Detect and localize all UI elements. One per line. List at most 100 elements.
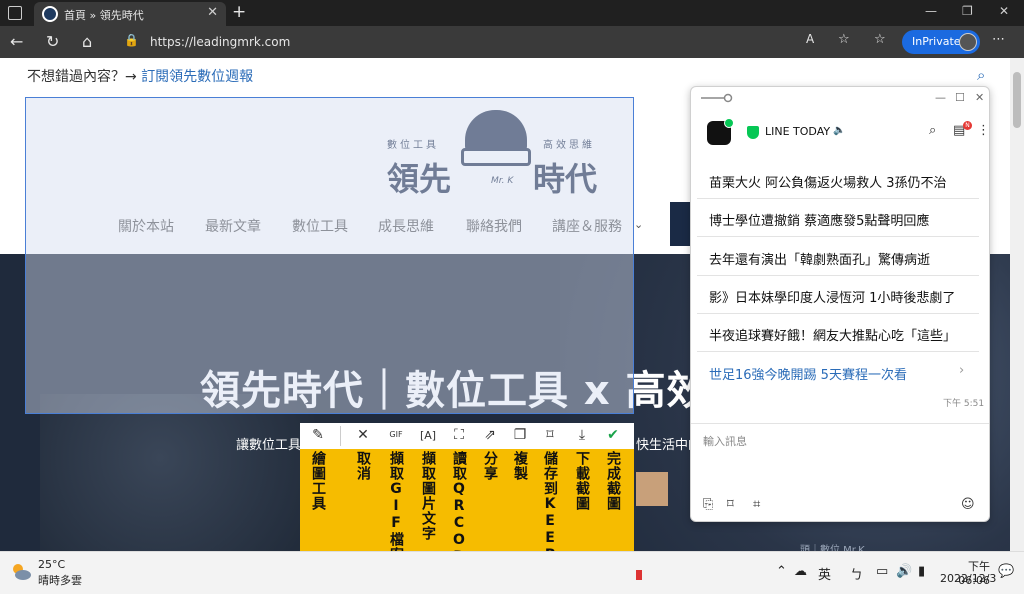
tab-title: 首頁 » 領先時代 <box>64 9 144 22</box>
news-more-title: 世足16強今晚開踢 5天賽程一次看 <box>709 368 907 383</box>
search-icon[interactable]: ⌕ <box>977 66 985 84</box>
slider-handle-icon[interactable] <box>701 93 733 103</box>
hero-image <box>40 394 340 551</box>
save-keep-label: 儲存到KEEP <box>542 451 558 564</box>
download-icon: ⤓ <box>578 427 586 443</box>
news-item[interactable]: 半夜追球賽好餓！網友大推點心吃「這些」 <box>697 314 979 352</box>
panel-search-icon[interactable]: ⌕ <box>929 123 936 138</box>
news-item[interactable]: 影》日本妹學印度人浸恆河 1小時後悲劇了 <box>697 276 979 314</box>
scrollbar-thumb[interactable] <box>1013 72 1021 128</box>
tab-close-icon[interactable]: ✕ <box>207 5 218 20</box>
news-title: 博士學位遭撤銷 蔡適應發5點聲明回應 <box>709 214 930 229</box>
news-more-link[interactable]: 世足16強今晚開踢 5天賽程一次看 › <box>697 353 979 391</box>
tray-chevron-up-icon[interactable]: ⌃ <box>776 564 787 579</box>
home-icon[interactable]: ⌂ <box>82 32 92 51</box>
hero-watermark: 頭｜數位 Mr.K <box>800 545 865 551</box>
attach-icon[interactable]: ⎘ <box>703 497 713 512</box>
panel-title: LINE TODAY <box>765 125 831 138</box>
ocr-text-icon: [A] <box>419 429 437 442</box>
weather-temperature: 25°C <box>38 558 66 571</box>
weather-description: 晴時多雲 <box>38 574 82 587</box>
bookmark-icon: ⌑ <box>546 427 554 443</box>
capture-gif-label: 擷取GIF檔案 <box>388 451 404 562</box>
chevron-right-icon: › <box>959 363 965 378</box>
screenshot-crop-icon[interactable]: ⌗ <box>753 497 760 512</box>
add-favorite-icon[interactable]: ☆ <box>838 32 850 47</box>
tab-actions-icon[interactable] <box>8 6 22 20</box>
close-icon: ✕ <box>357 427 369 443</box>
inprivate-label: InPrivate <box>912 35 961 48</box>
ime-toggle-icon[interactable]: ㄅ <box>850 564 863 583</box>
subscribe-banner: 不想錯過內容？→ 訂閱領先數位週報 <box>27 66 253 86</box>
volume-icon[interactable]: 🔊 <box>896 564 912 579</box>
emoji-icon[interactable]: ☺ <box>961 497 975 512</box>
url-field[interactable]: 🔒 https://leadingmrk.com <box>112 30 892 54</box>
read-aloud-icon[interactable]: A <box>806 32 814 46</box>
browser-tab-bar: 首頁 » 領先時代 ✕ + — ❐ ✕ <box>0 0 1024 26</box>
hero-subtitle-left: 讓數位工具 <box>236 438 302 453</box>
notification-badge: N <box>963 121 972 130</box>
divider <box>691 423 989 424</box>
copy-label: 複製 <box>512 451 528 481</box>
ocr-label: 擷取圖片文字 <box>420 451 436 541</box>
keep-bookmark-icon[interactable]: ⌑ <box>727 497 734 512</box>
ime-mode[interactable]: 英 <box>818 564 831 583</box>
address-bar-row: ← ↻ ⌂ 🔒 https://leadingmrk.com A ☆ ☆ InP… <box>0 26 1024 58</box>
draw-tool-label: 繪圖工具 <box>310 451 326 511</box>
cancel-label: 取消 <box>355 451 371 481</box>
battery-icon[interactable]: ▮ <box>918 564 925 579</box>
chevron-down-icon[interactable]: ⌄ <box>634 218 643 231</box>
news-title: 苗栗大火 阿公負傷返火場救人 3孫仍不治 <box>709 176 947 191</box>
subscribe-link[interactable]: 訂閱領先數位週報 <box>141 69 253 85</box>
windows-taskbar: 25°C 晴時多雲 ⌃ ☁ 英 ㄅ ▭ 🔊 ▮ 下午 06:06 2022/12… <box>0 551 1024 594</box>
news-title: 半夜追球賽好餓！網友大推點心吃「這些」 <box>709 329 957 344</box>
site-favicon-icon <box>42 6 58 22</box>
network-icon[interactable]: ▭ <box>876 564 888 579</box>
gif-icon: GIF <box>389 430 403 439</box>
clock-date[interactable]: 2022/12/3 <box>940 572 996 585</box>
line-logo-icon <box>707 118 734 145</box>
browser-tab[interactable]: 首頁 » 領先時代 ✕ <box>34 2 226 26</box>
brush-icon: ✎ <box>312 427 324 443</box>
online-dot <box>724 118 734 128</box>
news-title: 去年還有演出「韓劇熟面孔」驚傳病逝 <box>709 253 931 268</box>
hero-cta-button[interactable] <box>636 472 668 506</box>
share-label: 分享 <box>482 451 498 481</box>
page-scrollbar[interactable] <box>1010 58 1024 551</box>
inprivate-button[interactable]: InPrivate <box>902 30 980 54</box>
share-icon: ⇗ <box>484 427 496 443</box>
line-today-panel: — ☐ ✕ LINE TODAY 🔈 ⌕ ▤ N ⋮ 苗栗大火 阿公負傷返火場救… <box>690 86 990 522</box>
news-item[interactable]: 苗栗大火 阿公負傷返火場救人 3孫仍不治 <box>697 161 979 199</box>
verified-shield-icon <box>747 126 759 139</box>
back-icon[interactable]: ← <box>10 32 23 51</box>
close-window-button[interactable]: ✕ <box>999 4 1009 18</box>
refresh-icon[interactable]: ↻ <box>46 32 59 51</box>
check-icon: ✔ <box>607 427 619 443</box>
panel-minimize-button[interactable]: — <box>935 91 946 104</box>
done-label: 完成截圖 <box>605 451 621 511</box>
copy-icon: ❐ <box>513 427 527 443</box>
taskbar-app-indicator[interactable] <box>636 570 642 580</box>
lock-icon: 🔒 <box>124 33 139 47</box>
qrcode-scan-icon: ⛶ <box>454 427 464 443</box>
news-item[interactable]: 去年還有演出「韓劇熟面孔」驚傳病逝 <box>697 238 979 276</box>
panel-maximize-button[interactable]: ☐ <box>955 91 965 104</box>
more-menu-icon[interactable]: ⋯ <box>992 32 1005 47</box>
onedrive-sync-icon[interactable]: ☁ <box>794 564 807 579</box>
mute-icon[interactable]: 🔈 <box>833 125 845 136</box>
panel-close-button[interactable]: ✕ <box>975 91 984 104</box>
panel-more-icon[interactable]: ⋮ <box>977 123 990 138</box>
weather-partly-cloudy-icon[interactable] <box>10 561 32 583</box>
notification-center-icon[interactable]: 💬 <box>998 564 1014 579</box>
maximize-button[interactable]: ❐ <box>962 4 973 18</box>
message-input[interactable]: 輸入訊息 <box>703 433 747 449</box>
avatar <box>959 33 977 51</box>
news-title: 影》日本妹學印度人浸恆河 1小時後悲劇了 <box>709 291 956 306</box>
message-time: 下午 5:51 <box>943 399 985 409</box>
url-text: https://leadingmrk.com <box>150 35 291 49</box>
capture-selection-area[interactable] <box>25 97 634 414</box>
minimize-button[interactable]: — <box>925 4 937 18</box>
favorites-icon[interactable]: ☆ <box>874 32 886 47</box>
news-item[interactable]: 博士學位遭撤銷 蔡適應發5點聲明回應 <box>697 199 979 237</box>
new-tab-button[interactable]: + <box>232 2 246 22</box>
